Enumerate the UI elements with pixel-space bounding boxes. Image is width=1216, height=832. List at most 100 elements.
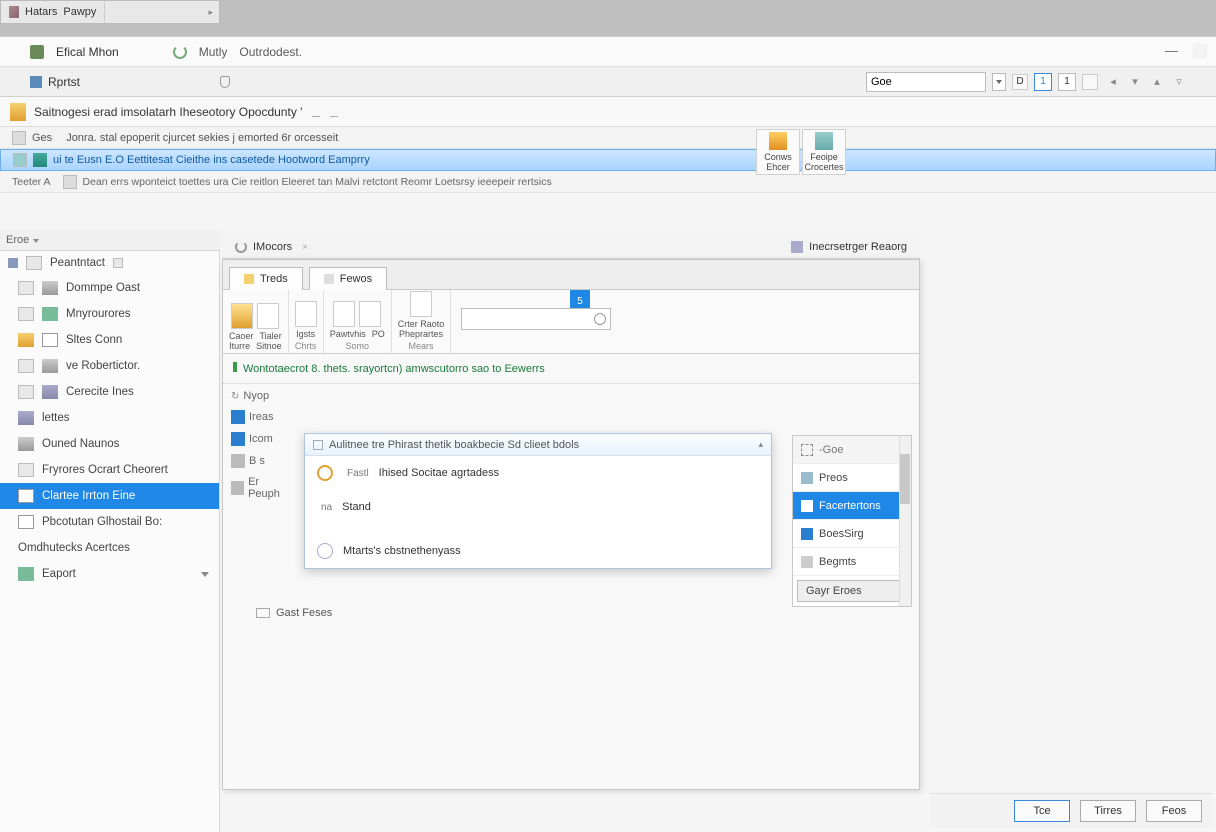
ribbon-icon[interactable] (295, 301, 317, 327)
page-active[interactable]: 1 (1034, 73, 1052, 91)
ribbon-icon[interactable] (410, 291, 432, 317)
menu-item-3[interactable]: Outrdodest. (239, 45, 302, 59)
rg2-name: Chrts (295, 341, 317, 351)
sidebar-item-7[interactable]: Fryrores Ocrart Cheorert (0, 457, 219, 483)
rp-item-0[interactable]: -Goe (793, 436, 911, 464)
ribbon-icon[interactable] (359, 301, 381, 327)
box-icon (18, 307, 34, 321)
path-text-3: Dean errs wponteict toettes ura Cie reit… (83, 176, 552, 188)
tab-close-icon[interactable]: × (302, 242, 308, 253)
sidebar-item-0[interactable]: Dommpe Oast (0, 275, 219, 301)
ribbon-feoipe-label2: Crocertes (804, 162, 843, 172)
inner-left-0[interactable]: ↻Nyop (231, 390, 291, 402)
nav-first-icon[interactable]: ◂ (1106, 75, 1120, 89)
rp-item-4[interactable]: Begmts (793, 548, 911, 576)
rp-item-1[interactable]: Preos (793, 464, 911, 492)
refresh-icon[interactable] (173, 45, 187, 59)
ribbon-icon[interactable] (333, 301, 355, 327)
inner-tab-b[interactable]: Fewos (309, 267, 387, 290)
scrollbar-thumb[interactable] (900, 454, 910, 504)
popup-item-0[interactable]: Fastl Ihised Socitae agrtadess (305, 456, 771, 490)
inner-left-1[interactable]: Ireas (231, 410, 291, 424)
minimize-icon[interactable]: — (1165, 43, 1178, 59)
square-icon (231, 454, 245, 468)
nav-menu-icon[interactable]: ▿ (1172, 75, 1186, 89)
db-icon (42, 385, 58, 399)
mid-button[interactable]: Tirres (1080, 800, 1136, 822)
square-icon (231, 432, 245, 446)
sidebar-label-6: Ouned Naunos (42, 438, 119, 450)
chain-icon (42, 333, 58, 347)
scrollbar[interactable] (899, 436, 911, 606)
tiny-ctrl-2[interactable] (330, 107, 338, 117)
nav-next-icon[interactable]: ▴ (1150, 75, 1164, 89)
cancel-button[interactable]: Feos (1146, 800, 1202, 822)
page-other[interactable]: 1 (1058, 73, 1076, 91)
subbar-btn[interactable]: Rprtst (48, 75, 80, 89)
rg3-name: Somo (345, 341, 369, 351)
ribbon-feoipe[interactable]: Feoipe Crocertes (802, 129, 846, 175)
popup-item-1[interactable]: na Stand (305, 490, 771, 524)
close-icon[interactable]: ⬜ (1192, 43, 1208, 59)
sidebar-item-2[interactable]: Sltes Conn (0, 327, 219, 353)
toolbar-ico-1[interactable] (1082, 74, 1098, 90)
sidebar-item-10[interactable]: Omdhutecks Acertces (0, 535, 219, 561)
sidebar-item-6[interactable]: Ouned Naunos (0, 431, 219, 457)
nav-prev-icon[interactable]: ▾ (1128, 75, 1142, 89)
plant-icon (18, 567, 34, 581)
sidebar-item-4[interactable]: Cerecite Ines (0, 379, 219, 405)
inner-tab-a[interactable]: Treds (229, 267, 303, 290)
toolbar-letter[interactable]: D (1012, 74, 1028, 90)
dialog-button-row: Tce Tirres Feos (930, 793, 1212, 828)
main-tab-2[interactable]: Inecrsetrger Reaorg (778, 236, 920, 258)
sidebar-item-9[interactable]: Pbcotutan Glhostail Bo: (0, 509, 219, 535)
rp-action-button[interactable]: Gayr Eroes (797, 580, 907, 602)
path-text-2: ui te Eusn E.O Eettitesat Cieithe ins ca… (53, 154, 370, 166)
main-tab-1[interactable]: IMocors× (222, 236, 321, 258)
ok-button[interactable]: Tce (1014, 800, 1070, 822)
inner-footer-item[interactable]: Gast Feses (256, 607, 332, 619)
inner-left-list: ↻Nyop Ireas Icom B s Er Peuph (231, 390, 291, 568)
sidebar-header[interactable]: Eroe (0, 229, 220, 251)
tiny-ctrl-1[interactable] (312, 107, 320, 117)
menu-item-2[interactable]: Mutly (199, 45, 228, 59)
title-row: Saitnogesi erad imsolatarh Iheseotory Op… (0, 97, 1216, 127)
sidebar-item-11[interactable]: Eaport (0, 561, 219, 587)
path-row-selected[interactable]: ui te Eusn E.O Eettitesat Cieithe ins ca… (0, 149, 1216, 171)
sidebar-item-1[interactable]: Mnyrourores (0, 301, 219, 327)
sidebar-item-3[interactable]: ve Robertictor. (0, 353, 219, 379)
sidebar-label-11: Eaport (42, 568, 76, 580)
browser-tab[interactable]: Hatars Pawpy (1, 1, 105, 23)
tab-chevron-icon[interactable]: ▸ (208, 7, 219, 18)
inner-search-input[interactable] (461, 308, 611, 330)
sidebar-item-5[interactable]: lettes (0, 405, 219, 431)
chevron-down-icon (201, 572, 209, 577)
collapse-icon[interactable]: ▴ (758, 439, 763, 450)
rp-item-selected[interactable]: Facertertons (793, 492, 911, 520)
ribbon-group-2: Igsts Chrts (289, 290, 324, 353)
ribbon-conws[interactable]: Conws Ehcer (756, 129, 800, 175)
ribbon-icon[interactable] (257, 303, 279, 329)
popup-item-2[interactable]: Mtarts's cbstnethenyass (305, 534, 771, 568)
rp-item-3[interactable]: BoesSirg (793, 520, 911, 548)
sidebar: Peantntact Dommpe Oast Mnyrourores Sltes… (0, 251, 220, 832)
popup-2-label: Mtarts's cbstnethenyass (343, 545, 461, 557)
doc-icon (801, 500, 813, 512)
grid-icon (18, 437, 34, 451)
db-icon (791, 241, 803, 253)
sidebar-label-9: Pbcotutan Glhostail Bo: (42, 516, 162, 528)
bell-icon[interactable] (220, 76, 230, 88)
menu-item-1[interactable]: Efical Mhon (56, 45, 119, 59)
tab-label-1: Hatars (25, 6, 57, 18)
inner-left-3[interactable]: B s (231, 454, 291, 468)
sub-toolbar: Rprtst D 1 1 ◂ ▾ ▴ ▿ (0, 67, 1216, 97)
sidebar-top-item[interactable]: Peantntact (0, 251, 219, 275)
goe-input[interactable] (866, 72, 986, 92)
rp-label-3: BoesSirg (819, 528, 864, 540)
plant-icon (42, 307, 58, 321)
inner-left-4[interactable]: Er Peuph (231, 476, 291, 500)
inner-left-2[interactable]: Icom (231, 432, 291, 446)
ribbon-icon-y[interactable] (231, 303, 253, 329)
goe-dropdown[interactable] (992, 73, 1006, 91)
sidebar-item-selected[interactable]: Clartee Irrton Eine (0, 483, 219, 509)
